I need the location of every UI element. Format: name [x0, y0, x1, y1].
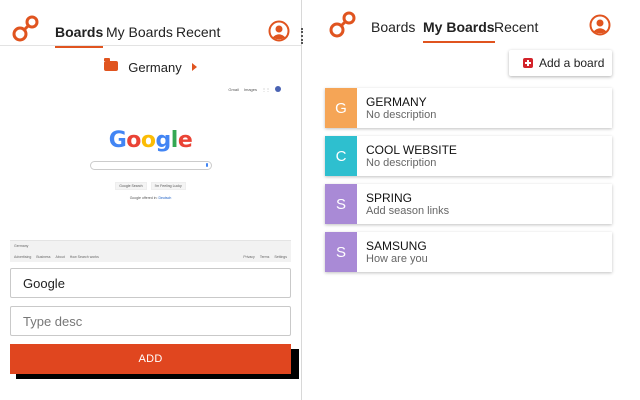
preview-footer-link: Business	[36, 255, 51, 259]
tab-recent[interactable]: Recent	[176, 24, 220, 40]
tab-my-boards[interactable]: My Boards	[106, 24, 173, 40]
my-boards-panel: Boards My Boards Recent Add a board G GE…	[316, 0, 640, 400]
preview-footer-link: How Search works	[69, 255, 99, 259]
preview-footer: Germany Advertising Business About How S…	[10, 240, 291, 262]
board-text: SAMSUNG How are you	[357, 232, 428, 272]
board-name: SPRING	[366, 190, 413, 205]
board-avatar: S	[325, 184, 357, 224]
title-field[interactable]: Google	[10, 268, 291, 298]
tab-boards[interactable]: Boards	[55, 24, 104, 48]
folder-selector[interactable]: Germany	[0, 56, 301, 78]
preview-footer-link: Advertising	[14, 255, 32, 259]
board-description: No description	[366, 156, 437, 169]
preview-footer-left: Advertising Business About How Search wo…	[14, 255, 99, 259]
preview-footer-right: Privacy Terms Settings	[243, 255, 287, 259]
preview-footer-link: Privacy	[243, 255, 255, 259]
board-text: SPRING Add season links	[357, 184, 449, 224]
caret-right-icon	[191, 63, 197, 71]
google-logo: Google	[108, 128, 193, 153]
board-card-samsung[interactable]: S SAMSUNG How are you	[325, 232, 612, 272]
app-logo-icon[interactable]	[11, 14, 41, 44]
preview-offered-in: Google offered in: Deutsch	[10, 196, 291, 200]
board-description: No description	[366, 108, 437, 121]
board-card-germany[interactable]: G GERMANY No description	[325, 88, 612, 128]
preview-footer-link: About	[55, 255, 65, 259]
apps-grid-icon: ⋮⋮	[262, 86, 270, 92]
board-avatar: G	[325, 88, 357, 128]
board-card-spring[interactable]: S SPRING Add season links	[325, 184, 612, 224]
preview-account-icon	[275, 86, 281, 92]
preview-offered-language: Deutsch	[158, 196, 172, 200]
user-avatar-icon[interactable]	[589, 14, 611, 36]
preview-footer-link: Terms	[259, 255, 270, 259]
board-avatar: C	[325, 136, 357, 176]
board-text: GERMANY No description	[357, 88, 436, 128]
folder-icon	[104, 58, 119, 71]
folder-name: Germany	[128, 59, 182, 75]
preview-search-button: Google Search	[115, 182, 147, 190]
page-preview: Gmail Images ⋮⋮ Google Google Search I'm…	[10, 82, 291, 262]
board-description: How are you	[366, 252, 428, 265]
board-card-cool-website[interactable]: C COOL WEBSITE No description	[325, 136, 612, 176]
preview-link-gmail: Gmail	[228, 86, 239, 92]
board-name: COOL WEBSITE	[366, 142, 457, 157]
board-avatar: S	[325, 232, 357, 272]
top-nav: Boards My Boards Recent	[0, 0, 301, 48]
add-button[interactable]: ADD	[10, 344, 291, 374]
description-field[interactable]: Type desc	[10, 306, 291, 336]
plus-icon	[523, 58, 533, 68]
preview-buttons: Google Search I'm Feeling Lucky	[10, 182, 291, 190]
preview-search-box	[90, 161, 212, 170]
board-description: Add season links	[366, 204, 450, 217]
tab-boards[interactable]: Boards	[371, 19, 415, 35]
add-board-label: Add a board	[539, 56, 605, 70]
preview-lucky-button: I'm Feeling Lucky	[150, 182, 186, 190]
board-name: SAMSUNG	[366, 238, 427, 253]
user-avatar-icon[interactable]	[268, 20, 290, 42]
top-nav: Boards My Boards Recent	[316, 0, 640, 46]
preview-top-links: Gmail Images ⋮⋮	[228, 86, 281, 92]
tab-recent[interactable]: Recent	[494, 19, 538, 35]
panel-divider	[301, 28, 303, 44]
board-text: COOL WEBSITE No description	[357, 136, 457, 176]
app-logo-icon[interactable]	[328, 10, 358, 40]
board-name: GERMANY	[366, 94, 427, 109]
preview-footer-country: Germany	[14, 244, 29, 248]
preview-offered-prefix: Google offered in:	[129, 196, 158, 200]
board-editor-panel: Boards My Boards Recent Germany Gmail Im…	[0, 0, 303, 400]
add-board-button[interactable]: Add a board	[509, 50, 612, 76]
preview-footer-link: Settings	[274, 255, 287, 259]
tab-my-boards[interactable]: My Boards	[423, 19, 495, 43]
preview-link-images: Images	[243, 86, 257, 92]
